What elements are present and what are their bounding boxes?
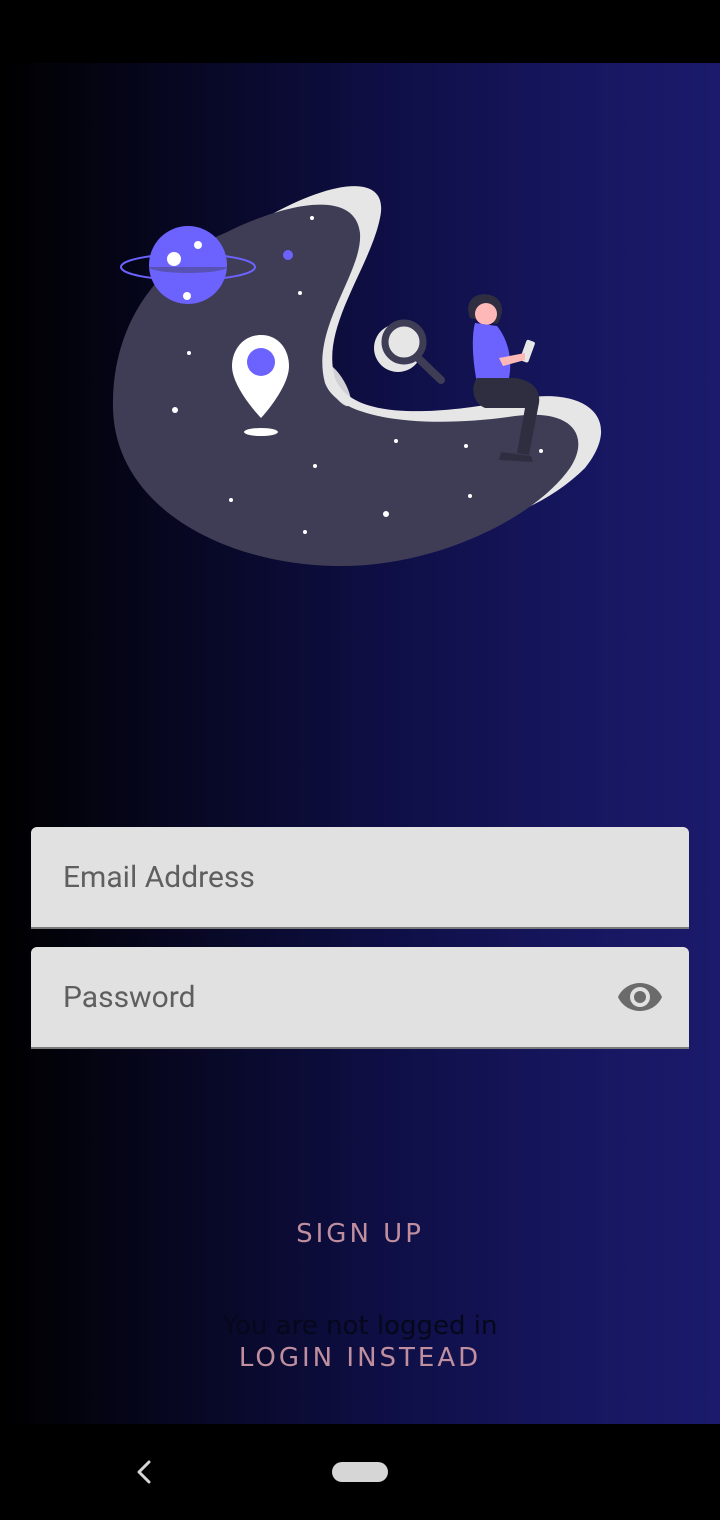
home-pill-icon[interactable] bbox=[332, 1462, 388, 1482]
chevron-left-icon[interactable] bbox=[130, 1456, 158, 1488]
sign-up-button[interactable]: SIGN UP bbox=[0, 1219, 720, 1249]
status-bar bbox=[0, 0, 720, 63]
signup-screen: SIGN UP You are not logged in LOGIN INST… bbox=[0, 63, 720, 1424]
password-field[interactable] bbox=[31, 947, 689, 1049]
login-status-text: You are not logged in bbox=[222, 1311, 498, 1341]
space-search-illustration bbox=[112, 186, 602, 567]
eye-icon[interactable] bbox=[617, 980, 663, 1014]
login-instead-button[interactable]: LOGIN INSTEAD bbox=[0, 1343, 720, 1373]
email-field[interactable] bbox=[31, 827, 689, 929]
magnifier-icon bbox=[374, 319, 445, 384]
system-navigation-bar bbox=[0, 1424, 720, 1520]
password-input[interactable] bbox=[63, 947, 623, 1047]
email-input[interactable] bbox=[63, 827, 623, 927]
app-screen: SIGN UP You are not logged in LOGIN INST… bbox=[0, 0, 720, 1520]
